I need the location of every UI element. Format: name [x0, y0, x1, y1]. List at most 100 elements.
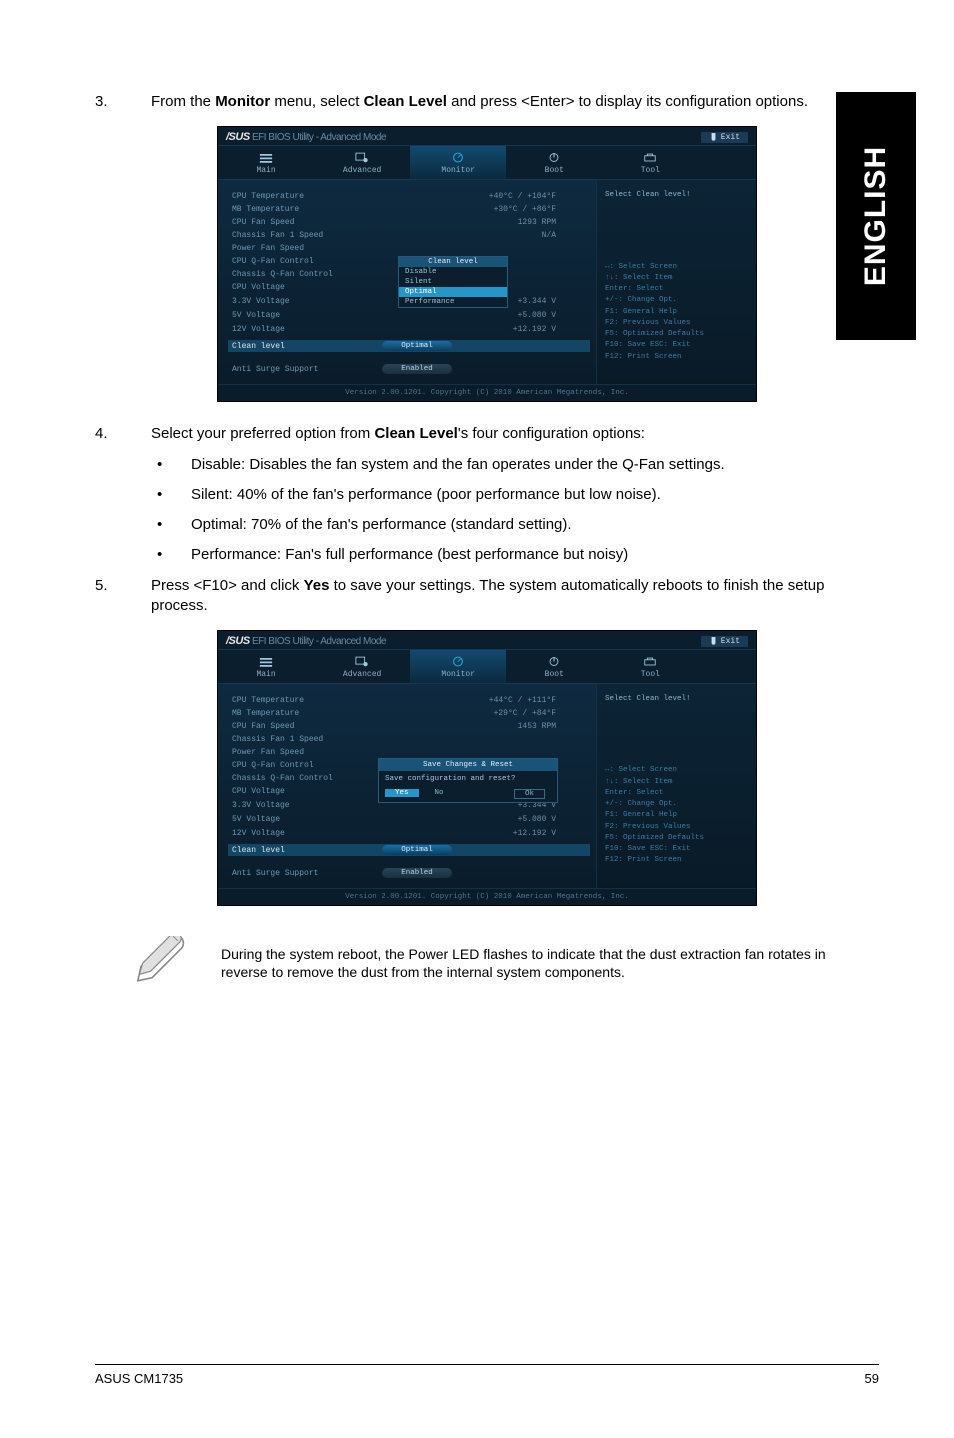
- bios-row-label: Chassis Q-Fan Control: [232, 270, 382, 279]
- dialog-title: Save Changes & Reset: [379, 759, 557, 771]
- bullet-dot: •: [151, 545, 191, 565]
- bios-row-label: 12V Voltage: [232, 829, 382, 838]
- bios-tab-advanced[interactable]: Advanced: [314, 650, 410, 683]
- bios-row-label: Chassis Fan 1 Speed: [232, 231, 382, 240]
- bios-row-label: CPU Voltage: [232, 787, 382, 796]
- bios-tab-boot[interactable]: Boot: [506, 650, 602, 683]
- bios-help-panel: Select Clean level! ↔: Select Screen↑↓: …: [596, 180, 756, 384]
- step-5: 5. Press <F10> and click Yes to save you…: [95, 576, 879, 617]
- bios-settings-panel: CPU Temperature+44°C / +111°FMB Temperat…: [218, 684, 596, 888]
- bios-row-label: CPU Q-Fan Control: [232, 257, 382, 266]
- bios-row-label: CPU Q-Fan Control: [232, 761, 382, 770]
- bios-tab-tool[interactable]: Tool: [602, 650, 698, 683]
- bios-setting-row: 5V Voltage+5.080 V: [232, 813, 586, 826]
- bios-row-value: Optimal: [382, 845, 586, 855]
- clean-level-options-popup[interactable]: Clean levelDisableSilentOptimalPerforman…: [398, 256, 508, 308]
- dialog-ok-button[interactable]: Ok: [514, 789, 545, 799]
- language-tab-label: ENGLISH: [859, 146, 893, 286]
- bios-row-value: +5.080 V: [382, 311, 586, 320]
- step-4-number: 4.: [95, 424, 151, 444]
- bios-row-label: Clean level: [232, 846, 382, 855]
- bios-setting-row: Chassis Fan 1 Speed: [232, 733, 586, 746]
- bios-key-hints: ↔: Select Screen↑↓: Select ItemEnter: Se…: [605, 262, 748, 363]
- bios-tab-advanced[interactable]: Advanced: [314, 146, 410, 179]
- bios-tabs: Main Advanced Monitor Boot Tool: [218, 145, 756, 180]
- popup-title: Clean level: [399, 257, 507, 267]
- bios-row-label: Anti Surge Support: [232, 365, 382, 374]
- step-4-bullets: •Disable: Disables the fan system and th…: [151, 455, 879, 566]
- bios-row-value: 1293 RPM: [382, 218, 586, 227]
- bullet-item: •Disable: Disables the fan system and th…: [151, 455, 879, 475]
- footer-page-number: 59: [865, 1371, 879, 1386]
- bios-key-hints: ↔: Select Screen↑↓: Select ItemEnter: Se…: [605, 765, 748, 866]
- bios-logo: /SUS EFI BIOS Utility - Advanced Mode: [226, 131, 386, 143]
- bios-row-value: +29°C / +84°F: [382, 709, 586, 718]
- bios-setting-row: MB Temperature+30°C / +86°F: [232, 203, 586, 216]
- bios-tab-main[interactable]: Main: [218, 146, 314, 179]
- key-hint-line: F1: General Help: [605, 307, 748, 318]
- bios-row-label: 5V Voltage: [232, 815, 382, 824]
- bios-row-label: MB Temperature: [232, 205, 382, 214]
- step-5-text: Press <F10> and click Yes to save your s…: [151, 576, 879, 617]
- bullet-dot: •: [151, 485, 191, 505]
- bios-exit-button[interactable]: Exit: [701, 636, 748, 647]
- bios-tab-boot[interactable]: Boot: [506, 146, 602, 179]
- key-hint-line: F1: General Help: [605, 810, 748, 821]
- dialog-no-button[interactable]: No: [425, 789, 454, 797]
- bios-row-label: Power Fan Speed: [232, 244, 382, 253]
- bios-row-label: Chassis Q-Fan Control: [232, 774, 382, 783]
- bios-row-label: CPU Fan Speed: [232, 722, 382, 731]
- bios-setting-row: CPU Fan Speed1293 RPM: [232, 216, 586, 229]
- bios-screenshot-1: /SUS EFI BIOS Utility - Advanced Mode Ex…: [217, 126, 757, 402]
- bios-row-value: +30°C / +86°F: [382, 205, 586, 214]
- bios-setting-row: MB Temperature+29°C / +84°F: [232, 707, 586, 720]
- bullet-text: Performance: Fan's full performance (bes…: [191, 545, 628, 565]
- save-changes-dialog: Save Changes & ResetSave configuration a…: [378, 758, 558, 803]
- key-hint-line: F2: Previous Values: [605, 318, 748, 329]
- popup-option[interactable]: Optimal: [399, 287, 507, 297]
- bios-footer: Version 2.00.1201. Copyright (C) 2010 Am…: [218, 888, 756, 905]
- key-hint-line: F12: Print Screen: [605, 352, 748, 363]
- bios-setting-row[interactable]: Clean levelOptimal: [228, 844, 590, 856]
- bullet-item: •Performance: Fan's full performance (be…: [151, 545, 879, 565]
- bios-setting-row: Power Fan Speed: [232, 242, 586, 255]
- bios-tab-tool[interactable]: Tool: [602, 146, 698, 179]
- key-hint-line: +/-: Change Opt.: [605, 799, 748, 810]
- bios-tabs: Main Advanced Monitor Boot Tool: [218, 649, 756, 684]
- key-hint-line: F5: Optimized Defaults: [605, 833, 748, 844]
- key-hint-line: ↑↓: Select Item: [605, 777, 748, 788]
- bios-setting-row: 5V Voltage+5.080 V: [232, 309, 586, 322]
- bios-setting-row: 12V Voltage+12.192 V: [232, 827, 586, 840]
- bios-row-label: 3.3V Voltage: [232, 801, 382, 810]
- bios-tab-monitor[interactable]: Monitor: [410, 650, 506, 683]
- bullet-dot: •: [151, 515, 191, 535]
- bios-row-value: Enabled: [382, 364, 586, 374]
- bios-row-value: +12.192 V: [382, 325, 586, 334]
- bios-row-label: 5V Voltage: [232, 311, 382, 320]
- bullet-item: •Optimal: 70% of the fan's performance (…: [151, 515, 879, 535]
- bios-row-label: Chassis Fan 1 Speed: [232, 735, 382, 744]
- step-5-number: 5.: [95, 576, 151, 617]
- popup-option[interactable]: Performance: [399, 297, 507, 307]
- bios-setting-row[interactable]: Clean levelOptimal: [228, 340, 590, 352]
- bios-setting-row: Anti Surge SupportEnabled: [232, 866, 586, 880]
- key-hint-line: Enter: Select: [605, 788, 748, 799]
- bullet-dot: •: [151, 455, 191, 475]
- bios-help-title: Select Clean level!: [605, 190, 748, 201]
- bios-settings-panel: CPU Temperature+40°C / +104°FMB Temperat…: [218, 180, 596, 384]
- bios-row-value: N/A: [382, 231, 586, 240]
- dialog-yes-button[interactable]: Yes: [385, 789, 419, 797]
- key-hint-line: F10: Save ESC: Exit: [605, 340, 748, 351]
- bios-tab-monitor[interactable]: Monitor: [410, 146, 506, 179]
- bios-row-value: +12.192 V: [382, 829, 586, 838]
- language-tab: ENGLISH: [836, 92, 916, 340]
- bios-exit-button[interactable]: Exit: [701, 132, 748, 143]
- bios-row-label: MB Temperature: [232, 709, 382, 718]
- bios-row-label: CPU Temperature: [232, 192, 382, 201]
- bios-row-value: +44°C / +111°F: [382, 696, 586, 705]
- step-4-text: Select your preferred option from Clean …: [151, 424, 879, 444]
- mouse-icon: [709, 637, 718, 646]
- popup-option[interactable]: Disable: [399, 267, 507, 277]
- bios-tab-main[interactable]: Main: [218, 650, 314, 683]
- popup-option[interactable]: Silent: [399, 277, 507, 287]
